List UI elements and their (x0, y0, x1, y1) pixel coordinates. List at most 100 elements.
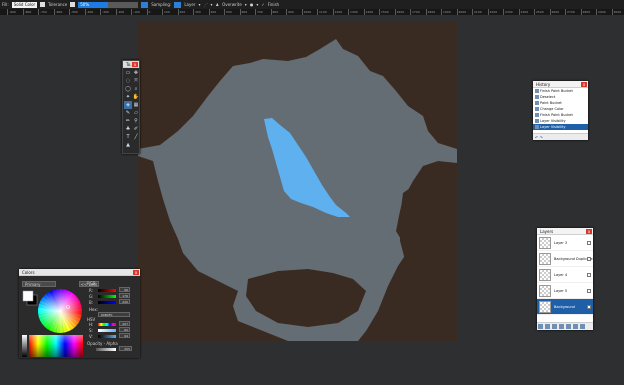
fill-options-icon[interactable] (40, 2, 46, 7)
zoom-icon[interactable]: ⌕ (132, 85, 140, 93)
image-canvas[interactable] (138, 21, 457, 341)
green-slider[interactable] (98, 295, 116, 298)
clone-stamp-icon[interactable]: ♣ (124, 125, 132, 133)
undo-icon[interactable]: ↶ (535, 135, 538, 140)
close-icon[interactable]: x (581, 82, 587, 87)
chevron-down-icon[interactable]: ▾ (211, 2, 213, 7)
gradient-icon[interactable]: ▦ (132, 101, 140, 109)
layers-list: Layer 3 Background Duplicate Layer 4 Layer … (537, 235, 593, 315)
finish-button[interactable]: Finish (268, 2, 279, 7)
duplicate-layer-icon[interactable] (552, 324, 557, 329)
ruler-tick: -200 (115, 9, 125, 15)
red-slider[interactable] (98, 289, 116, 292)
ruler-tick: 1800 (425, 9, 436, 15)
layer-name: Layer 4 (554, 272, 568, 277)
green-input[interactable]: 176 (119, 293, 130, 298)
blend-mode-value[interactable]: Overwrite (222, 2, 242, 7)
sampling-label: Sampling: (151, 2, 172, 7)
history-item-label: Layer Visibility (540, 125, 566, 129)
grayscale-palette[interactable] (22, 335, 27, 357)
ruler-tick: -900 (7, 9, 16, 15)
magic-wand-icon[interactable]: ✦ (124, 93, 132, 101)
layer-visibility-checkbox[interactable] (587, 240, 591, 245)
hue-input[interactable]: 207 (119, 321, 130, 326)
line-icon[interactable]: ╱ (132, 133, 140, 141)
layer-thumbnail (539, 268, 551, 281)
chevron-down-icon[interactable]: ▾ (245, 2, 247, 7)
color-picker-icon[interactable]: ⚲ (132, 117, 140, 125)
ellipse-select-icon[interactable]: ◯ (124, 85, 132, 93)
hex-input[interactable]: 60B0F0 (98, 312, 130, 317)
value-slider[interactable] (98, 335, 116, 338)
ruler-tick: -100 (131, 9, 140, 15)
selection-mode-icon[interactable]: ⋰ (204, 2, 208, 7)
history-panel: History x Finish Paint Bucket Deselect Pain… (533, 81, 588, 140)
eraser-icon[interactable]: ▱ (132, 109, 140, 117)
value-input[interactable]: 94 (119, 333, 130, 338)
history-footer: ↶ ↷ (533, 133, 588, 140)
layer-properties-icon[interactable] (580, 324, 585, 329)
layers-footer (537, 322, 593, 330)
paint-bucket-icon[interactable]: ◈ (124, 101, 132, 109)
text-icon[interactable]: T (124, 133, 132, 141)
saturation-input[interactable]: 60 (119, 327, 130, 332)
chevron-down-icon[interactable]: ▾ (198, 2, 200, 7)
pan-icon[interactable]: ✋ (132, 93, 140, 101)
tools-panel-title: To... x (123, 61, 139, 68)
sampling-value[interactable]: Layer (184, 2, 195, 7)
blend-mode-icon[interactable]: ♟ (216, 2, 220, 7)
blue-input[interactable]: 240 (119, 299, 130, 304)
red-input[interactable]: 96 (119, 287, 130, 292)
shapes-icon[interactable]: ▲ (124, 141, 132, 149)
hue-slider[interactable] (98, 323, 116, 326)
rectangle-select-icon[interactable]: ▭ (124, 69, 132, 77)
redo-icon[interactable]: ↷ (540, 135, 543, 140)
layer-visibility-checkbox[interactable] (587, 288, 591, 293)
circle-icon[interactable]: ● (250, 2, 254, 7)
paintbrush-icon[interactable]: ✎ (124, 109, 132, 117)
add-layer-icon[interactable] (538, 324, 543, 329)
layer-visibility-checkbox[interactable] (587, 304, 591, 309)
color-palette[interactable] (29, 335, 83, 357)
ruler-tick: -700 (38, 9, 47, 15)
tool-options-bar: Fill: Solid Color Tolerance 50% Sampling… (0, 0, 624, 9)
fill-mode-select[interactable]: Solid Color (11, 1, 38, 8)
close-icon[interactable]: x (133, 270, 139, 275)
layer-row[interactable]: Background (537, 299, 593, 315)
merge-down-icon[interactable] (559, 324, 564, 329)
fill-label: Fill: (2, 2, 9, 7)
red-label: R: (89, 288, 94, 293)
ruler-tick: 1700 (410, 9, 420, 15)
lasso-icon[interactable]: ◌ (124, 77, 132, 85)
blue-slider[interactable] (98, 301, 116, 304)
close-icon[interactable]: x (132, 62, 138, 67)
history-item[interactable]: Layer Visibility (533, 124, 588, 130)
layer-visibility-checkbox[interactable] (587, 272, 591, 277)
horizontal-ruler: -900 -800 -700 -600 -500 -400 -300 -200 -100 0 100… (0, 9, 624, 15)
move-up-icon[interactable] (566, 324, 571, 329)
tolerance-toggle[interactable] (70, 2, 76, 7)
antialias-icon[interactable] (141, 1, 149, 8)
tolerance-slider[interactable]: 50% (78, 1, 139, 8)
layer-visibility-checkbox[interactable] (587, 256, 591, 261)
layer-row[interactable]: Layer 5 (537, 283, 593, 299)
move-selection-icon[interactable]: ⤧ (132, 77, 140, 85)
ruler-tick: -400 (84, 9, 94, 15)
layer-row[interactable]: Layer 4 (537, 267, 593, 283)
delete-layer-icon[interactable] (545, 324, 550, 329)
layer-row[interactable]: Background Duplicate (537, 251, 593, 267)
move-icon[interactable]: ✥ (132, 69, 140, 77)
pencil-icon[interactable]: ✏ (124, 117, 132, 125)
primary-secondary-select[interactable]: Primary (22, 281, 56, 287)
alpha-input[interactable]: 255 (119, 346, 132, 351)
chevron-down-icon[interactable]: ▾ (256, 2, 258, 7)
close-icon[interactable]: x (586, 229, 592, 234)
saturation-slider[interactable] (98, 329, 116, 332)
finish-icon[interactable]: ✓ (261, 2, 264, 7)
move-down-icon[interactable] (573, 324, 578, 329)
sampling-layer-icon[interactable] (174, 1, 182, 8)
color-wheel[interactable] (37, 288, 83, 334)
layer-row[interactable]: Layer 3 (537, 235, 593, 251)
alpha-slider[interactable] (96, 348, 116, 351)
recolor-icon[interactable]: ✐ (132, 125, 140, 133)
